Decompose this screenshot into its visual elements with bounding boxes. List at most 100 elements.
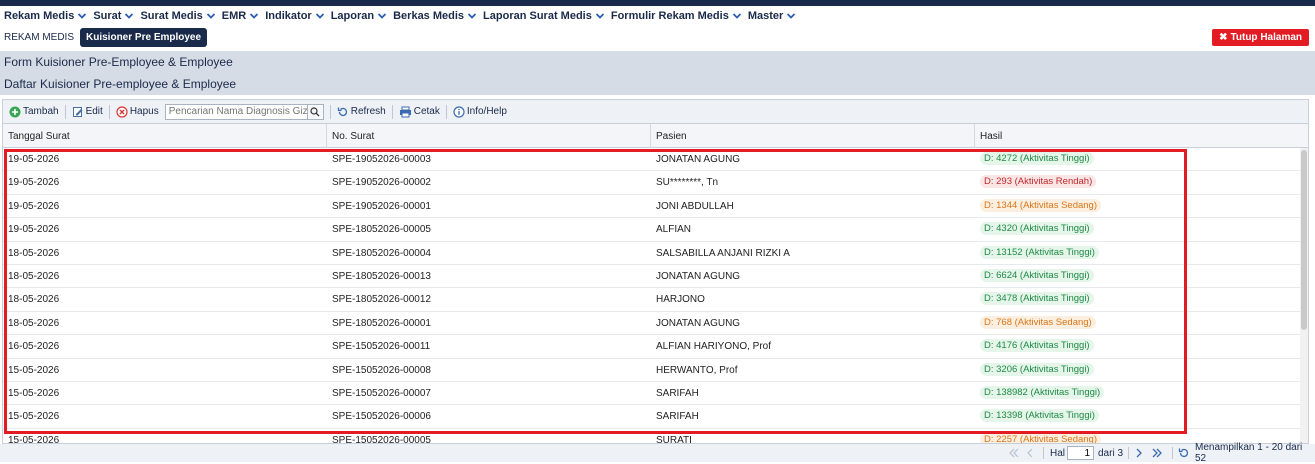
table-row[interactable]: 15-05-2026 SPE-15052026-00007 SARIFAH D: 13… — [3, 382, 1300, 406]
cell-tanggal: 15-05-2026 — [8, 388, 60, 399]
cell-hasil: D: 13152 (Aktivitas Tinggi) — [975, 242, 1300, 265]
cell-hasil: D: 3206 (Aktivitas Tinggi) — [975, 359, 1300, 382]
cell-pasien: SU********, Tn — [656, 177, 719, 189]
cell-tanggal: 18-05-2026 — [8, 247, 60, 259]
info-help-button[interactable]: Info/Help — [453, 105, 507, 118]
add-button[interactable]: Tambah — [9, 106, 59, 118]
menu-item-laporan[interactable]: Laporan — [331, 10, 387, 22]
table-row[interactable]: 15-05-2026 SPE-15052026-00005 SURATI D: 225… — [3, 429, 1300, 444]
search-input[interactable] — [164, 103, 308, 120]
cell-hasil: D: 4272 (Aktivitas Tinggi) — [975, 148, 1300, 171]
column-header-pasien[interactable]: Pasien — [651, 124, 975, 148]
cell-pasien: ALFIAN HARIYONO, Prof — [656, 341, 772, 353]
main-menu: Rekam Medis Surat Surat Medis EMR Indikator L… — [0, 6, 1315, 26]
first-page-icon — [1009, 448, 1019, 458]
menu-item-laporan-surat-medis[interactable]: Laporan Surat Medis — [483, 10, 605, 22]
toolbar-divider — [329, 104, 331, 119]
scrollbar-thumb[interactable] — [1301, 150, 1307, 330]
menu-item-emr[interactable]: EMR — [222, 10, 259, 22]
cell-no-surat: SPE-15052026-00011 — [332, 341, 431, 353]
search-button[interactable] — [307, 103, 324, 120]
page-label: Hal — [1050, 447, 1066, 459]
cell-no-surat: SPE-18052026-00004 — [332, 247, 431, 259]
table-row[interactable]: 18-05-2026 SPE-18052026-00012 HARJONO D: 34… — [3, 288, 1300, 312]
search-icon — [310, 106, 320, 116]
toolbar-divider — [64, 104, 66, 119]
cell-tanggal: 18-05-2026 — [8, 294, 60, 306]
toolbar-divider — [391, 104, 393, 119]
table-row[interactable]: 15-05-2026 SPE-15052026-00008 HERWANTO, Pr… — [3, 359, 1300, 382]
cell-pasien: JONATAN AGUNG — [656, 271, 741, 282]
table-row[interactable]: 18-05-2026 SPE-18052026-00001 JONATAN AGUN… — [3, 312, 1300, 336]
table-row[interactable]: 16-05-2026 SPE-15052026-00011 ALFIAN HARIY… — [3, 335, 1300, 359]
cell-tanggal: 18-05-2026 — [8, 271, 60, 282]
menu-item-label: Rekam Medis — [4, 10, 75, 22]
breadcrumb[interactable]: REKAM MEDIS — [4, 32, 74, 43]
toolbar-divider — [108, 104, 110, 119]
cell-pasien: SALSABILLA ANJANI RIZKI A — [656, 247, 790, 259]
close-page-label: Tutup Halaman — [1230, 32, 1302, 43]
result-badge: D: 6624 (Aktivitas Tinggi) — [980, 269, 1094, 282]
edit-button[interactable]: Edit — [72, 106, 103, 118]
form-title: Form Kuisioner Pre-Employee & Employee — [0, 51, 1315, 73]
page-input[interactable] — [1067, 446, 1094, 460]
table-row[interactable]: 19-05-2026 SPE-19052026-00003 JONATAN AGUN… — [3, 148, 1300, 172]
table-row[interactable]: 19-05-2026 SPE-18052026-00005 ALFIAN D: 432… — [3, 218, 1300, 242]
column-header-no-surat[interactable]: No. Surat — [327, 124, 651, 148]
column-header-tanggal[interactable]: Tanggal Surat — [3, 124, 327, 148]
edit-icon — [72, 106, 83, 117]
result-badge: D: 1344 (Aktivitas Sedang) — [980, 198, 1102, 212]
chevron-down-icon — [377, 13, 387, 19]
menu-item-indikator[interactable]: Indikator — [265, 10, 324, 22]
result-badge: D: 3478 (Aktivitas Tinggi) — [980, 292, 1094, 306]
table-row[interactable]: 18-05-2026 SPE-18052026-00004 SALSABILLA A… — [3, 242, 1300, 265]
close-page-button[interactable]: ✖ Tutup Halaman — [1212, 29, 1309, 46]
prev-page-icon — [1027, 448, 1033, 458]
delete-label: Hapus — [129, 106, 159, 117]
cell-no-surat: SPE-19052026-00002 — [332, 177, 431, 189]
vertical-scrollbar[interactable] — [1300, 148, 1308, 443]
chevron-down-icon — [315, 13, 324, 19]
next-page-icon — [1136, 448, 1142, 458]
cell-hasil: D: 293 (Aktivitas Rendah) — [975, 171, 1300, 194]
add-label: Tambah — [23, 106, 59, 117]
cell-no-surat: SPE-15052026-00008 — [332, 364, 431, 376]
tab-kuisioner-pre-employee[interactable]: Kuisioner Pre Employee — [80, 27, 208, 47]
menu-item-surat[interactable]: Surat — [93, 10, 134, 22]
edit-label: Edit — [85, 106, 103, 117]
menu-item-surat-medis[interactable]: Surat Medis — [140, 10, 215, 22]
table-row[interactable]: 19-05-2026 SPE-19052026-00001 JONI ABDULLA… — [3, 195, 1300, 219]
menu-item-formulir-rekam-medis[interactable]: Formulir Rekam Medis — [611, 10, 742, 22]
delete-button[interactable]: Hapus — [116, 105, 159, 118]
pagination-bar: Hal dari 3 Menampilkan 1 - 20 dari 52 — [0, 442, 1315, 464]
result-badge: D: 3206 (Aktivitas Tinggi) — [980, 362, 1094, 376]
cell-hasil: D: 6624 (Aktivitas Tinggi) — [975, 265, 1300, 288]
table-row[interactable]: 15-05-2026 SPE-15052026-00006 SARIFAH D: 13… — [3, 405, 1300, 429]
chevron-down-icon — [595, 13, 604, 19]
menu-item-master[interactable]: Master — [748, 10, 796, 22]
table-row[interactable]: 18-05-2026 SPE-18052026-00013 JONATAN AGUN… — [3, 265, 1300, 289]
refresh-label: Refresh — [350, 106, 386, 117]
column-header-hasil[interactable]: Hasil — [975, 124, 1308, 148]
cell-no-surat: SPE-18052026-00001 — [332, 317, 431, 329]
next-page-button[interactable] — [1134, 444, 1144, 462]
result-badge: D: 138982 (Aktivitas Tinggi) — [980, 386, 1105, 399]
cell-tanggal: 15-05-2026 — [8, 434, 60, 444]
prev-page-button[interactable] — [1025, 444, 1035, 462]
menu-item-berkas-medis[interactable]: Berkas Medis — [393, 10, 477, 22]
first-page-button[interactable] — [1008, 444, 1020, 462]
print-button[interactable]: Cetak — [399, 106, 440, 118]
last-page-icon — [1152, 448, 1162, 458]
close-icon: ✖ — [1219, 32, 1228, 43]
cell-pasien: ALFIAN — [656, 224, 692, 236]
search-box — [164, 103, 324, 120]
pager-refresh-button[interactable] — [1178, 444, 1190, 462]
data-grid: Tanggal Surat No. Surat Pasien Hasil 19-… — [2, 123, 1309, 444]
last-page-button[interactable] — [1151, 444, 1163, 462]
menu-item-rekam-medis[interactable]: Rekam Medis — [4, 10, 87, 22]
refresh-button[interactable]: Refresh — [337, 106, 386, 118]
table-row[interactable]: 19-05-2026 SPE-19052026-00002 SU********, … — [3, 171, 1300, 195]
cell-no-surat: SPE-15052026-00006 — [332, 411, 431, 423]
result-badge: D: 2257 (Aktivitas Sedang) — [980, 432, 1102, 443]
cell-no-surat: SPE-19052026-00001 — [332, 200, 431, 212]
